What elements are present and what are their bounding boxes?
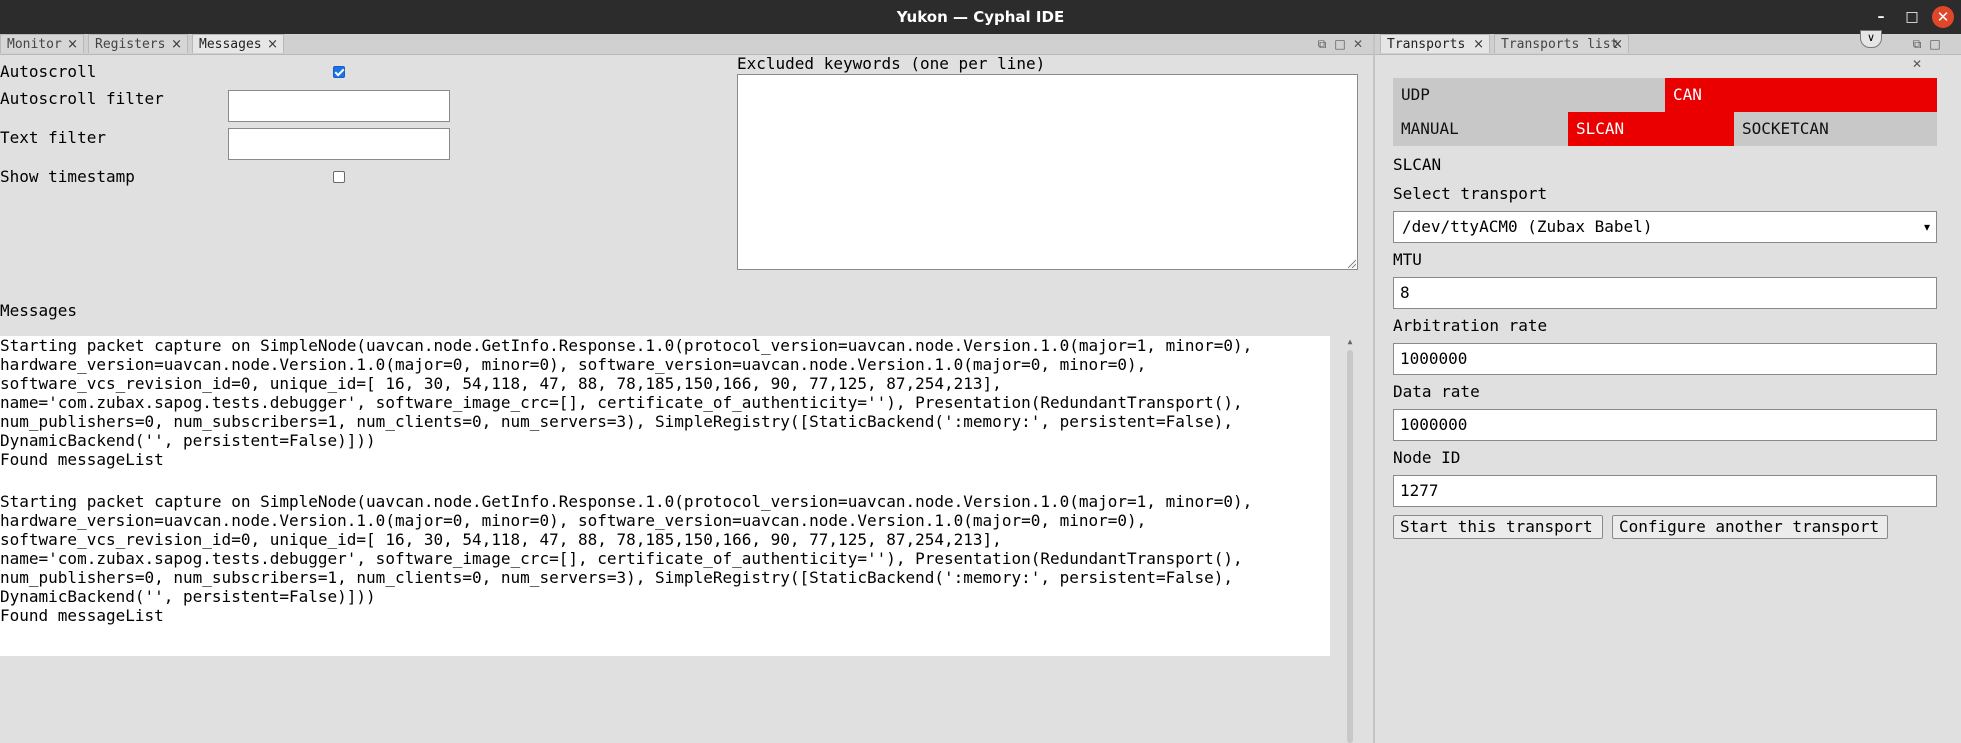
window-title: Yukon — Cyphal IDE <box>896 8 1065 26</box>
autoscroll-label: Autoscroll <box>0 62 97 81</box>
text-filter-label: Text filter <box>0 128 106 147</box>
arbitration-rate-label: Arbitration rate <box>1393 316 1548 335</box>
scrollbar-track[interactable] <box>1347 350 1353 743</box>
window-titlebar: Yukon — Cyphal IDE – □ ✕ <box>0 0 1961 34</box>
mtu-label: MTU <box>1393 250 1422 269</box>
chevron-down-icon[interactable]: ∨ <box>1860 30 1882 48</box>
minimize-icon[interactable]: – <box>1870 6 1892 28</box>
left-tabbar: Monitor × Registers × Messages × <box>0 34 1373 55</box>
tab-udp[interactable]: UDP <box>1393 78 1665 112</box>
tab-can[interactable]: CAN <box>1665 78 1937 112</box>
select-transport-dropdown[interactable]: /dev/ttyACM0 (Zubax Babel) ▾ <box>1393 211 1937 243</box>
tab-label: Transports list <box>1501 37 1619 52</box>
tab-registers[interactable]: Registers × <box>88 34 188 53</box>
float-icon[interactable]: ⧉ <box>1908 34 1926 54</box>
tab-close-icon[interactable]: × <box>171 35 182 54</box>
autoscroll-filter-label: Autoscroll filter <box>0 89 164 108</box>
tab-close-icon[interactable]: × <box>1612 35 1623 54</box>
left-dock-controls: ⧉ □ ✕ <box>1313 34 1367 54</box>
tab-socketcan[interactable]: SOCKETCAN <box>1734 112 1937 146</box>
float-icon[interactable]: ⧉ <box>1313 34 1331 54</box>
tab-monitor[interactable]: Monitor × <box>0 34 84 53</box>
messages-log[interactable]: Starting packet capture on SimpleNode(ua… <box>0 336 1330 656</box>
tab-label: Transports <box>1387 37 1466 52</box>
excluded-keywords-label: Excluded keywords (one per line) <box>737 54 1046 73</box>
messages-scrollbar[interactable]: ▲ <box>1344 336 1356 743</box>
excluded-keywords-textarea[interactable] <box>737 74 1358 270</box>
autoscroll-checkbox[interactable] <box>333 66 345 78</box>
resize-grip-icon[interactable] <box>1348 260 1356 268</box>
tab-manual[interactable]: MANUAL <box>1393 112 1568 146</box>
close-panel-icon[interactable]: ✕ <box>1908 54 1926 74</box>
tab-messages[interactable]: Messages × <box>192 34 284 53</box>
select-transport-label: Select transport <box>1393 184 1548 203</box>
select-transport-value: /dev/ttyACM0 (Zubax Babel) <box>1402 217 1653 236</box>
tab-label: Registers <box>95 37 166 52</box>
autoscroll-filter-input[interactable] <box>228 90 450 122</box>
tab-transports-list[interactable]: Transports list × <box>1494 34 1629 53</box>
tab-label: Messages <box>199 37 262 52</box>
panel-splitter[interactable] <box>1373 34 1375 743</box>
node-id-input[interactable]: 1277 <box>1393 475 1937 507</box>
data-rate-label: Data rate <box>1393 382 1480 401</box>
chevron-down-icon: ▾ <box>1923 220 1930 234</box>
configure-transport-button[interactable]: Configure another transport <box>1612 515 1888 539</box>
tab-label: Monitor <box>7 37 62 52</box>
show-timestamp-label: Show timestamp <box>0 167 135 186</box>
text-filter-input[interactable] <box>228 128 450 160</box>
mtu-input[interactable]: 8 <box>1393 277 1937 309</box>
arbitration-rate-input[interactable]: 1000000 <box>1393 343 1937 375</box>
tab-transports[interactable]: Transports × <box>1380 34 1490 53</box>
close-window-icon[interactable]: ✕ <box>1932 6 1954 28</box>
tab-slcan[interactable]: SLCAN <box>1568 112 1734 146</box>
tab-close-icon[interactable]: × <box>267 35 278 54</box>
maximize-panel-icon[interactable]: □ <box>1926 34 1944 54</box>
log-entry: Starting packet capture on SimpleNode(ua… <box>0 492 1253 625</box>
section-title: SLCAN <box>1393 155 1442 174</box>
tab-close-icon[interactable]: × <box>67 35 78 54</box>
messages-label: Messages <box>0 301 78 320</box>
close-panel-icon[interactable]: ✕ <box>1349 34 1367 54</box>
show-timestamp-checkbox[interactable] <box>333 171 345 183</box>
tab-close-icon[interactable]: × <box>1473 35 1484 54</box>
node-id-label: Node ID <box>1393 448 1461 467</box>
start-transport-button[interactable]: Start this transport <box>1393 515 1603 539</box>
maximize-panel-icon[interactable]: □ <box>1331 34 1349 54</box>
scroll-up-icon[interactable]: ▲ <box>1344 336 1356 348</box>
data-rate-input[interactable]: 1000000 <box>1393 409 1937 441</box>
right-dock-controls: ⧉ □✕ <box>1908 34 1961 71</box>
maximize-icon[interactable]: □ <box>1901 6 1923 28</box>
log-entry: Starting packet capture on SimpleNode(ua… <box>0 336 1253 469</box>
